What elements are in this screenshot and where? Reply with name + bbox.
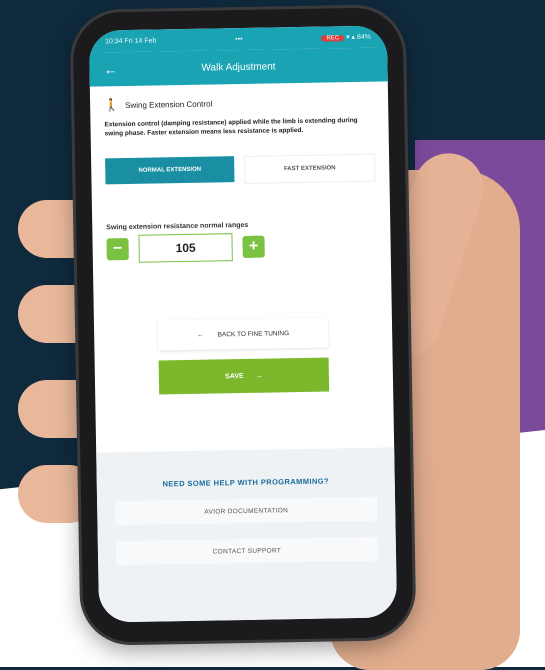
arrow-left-icon[interactable]: ← — [103, 61, 117, 77]
recording-badge: REC — [321, 35, 345, 42]
arrow-right-icon: → — [255, 372, 263, 380]
resistance-value-field[interactable]: 105 — [138, 233, 233, 263]
resistance-stepper: − 105 + — [106, 231, 376, 264]
normal-extension-tab[interactable]: NORMAL EXTENSION — [105, 156, 235, 185]
arrow-left-icon: ← — [197, 331, 204, 339]
status-battery: ▾ ▴ 84% — [345, 33, 372, 42]
section-header: 🚶 Swing Extension Control — [104, 94, 374, 113]
phone-device: 10:34 Fri 14 Feb ••• REC ▾ ▴ 84% ← Walk … — [72, 7, 414, 643]
back-to-fine-tuning-button[interactable]: ← BACK TO FINE TUNING — [157, 317, 329, 351]
save-button-label: SAVE — [225, 372, 244, 380]
documentation-button[interactable]: AVIOR DOCUMENTATION — [115, 496, 378, 526]
status-dots: ••• — [235, 35, 243, 43]
swing-extension-section: 🚶 Swing Extension Control Extension cont… — [90, 81, 393, 395]
resistance-label: Swing extension resistance normal ranges — [106, 221, 249, 232]
decrement-button[interactable]: − — [106, 237, 129, 261]
help-title: NEED SOME HELP WITH PROGRAMMING? — [162, 476, 330, 489]
contact-support-button[interactable]: CONTACT SUPPORT — [115, 536, 379, 566]
section-description: Extension control (damping resistance) a… — [104, 116, 358, 138]
section-heading: Swing Extension Control — [125, 99, 213, 110]
fast-extension-tab[interactable]: FAST EXTENSION — [244, 153, 376, 184]
increment-button[interactable]: + — [242, 235, 265, 258]
save-button[interactable]: SAVE → — [158, 357, 330, 395]
walking-person-icon: 🚶 — [104, 98, 120, 113]
status-right: REC ▾ ▴ 84% — [321, 33, 371, 42]
page-title: Walk Adjustment — [201, 60, 276, 74]
phone-screen: 10:34 Fri 14 Feb ••• REC ▾ ▴ 84% ← Walk … — [88, 25, 398, 623]
help-section: NEED SOME HELP WITH PROGRAMMING? AVIOR D… — [96, 447, 398, 623]
extension-mode-toggle: NORMAL EXTENSION FAST EXTENSION — [105, 153, 376, 187]
back-button-label: BACK TO FINE TUNING — [217, 329, 290, 338]
app-bar: ← Walk Adjustment — [89, 47, 388, 87]
status-time: 10:34 Fri 14 Feb — [104, 36, 157, 45]
